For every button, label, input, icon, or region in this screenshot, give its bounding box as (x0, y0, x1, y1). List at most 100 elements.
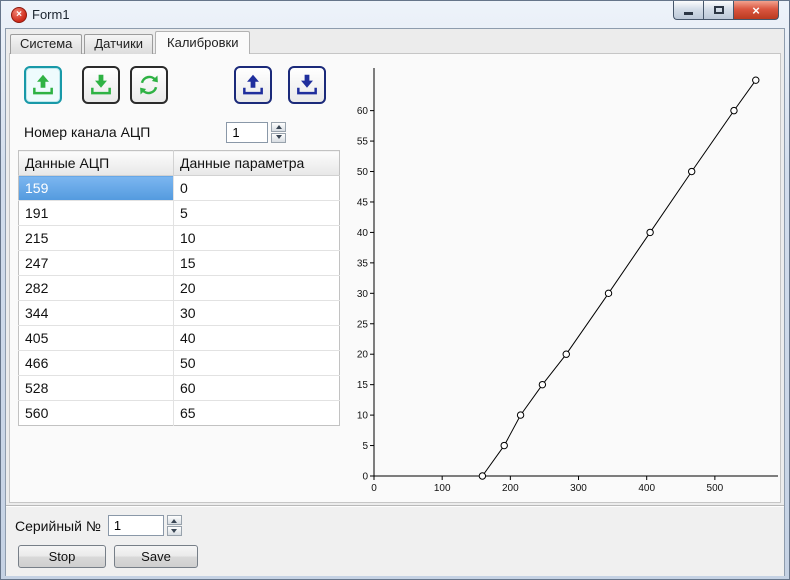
triangle-down-icon (275, 135, 282, 142)
serial-spin-down[interactable] (166, 526, 182, 536)
minimize-button[interactable] (673, 1, 703, 20)
caption-buttons: × (673, 1, 779, 20)
maximize-icon (713, 6, 724, 14)
upload-blue-icon (243, 74, 263, 95)
table-cell[interactable]: 344 (18, 300, 174, 326)
minimize-icon (684, 12, 693, 15)
table-cell[interactable]: 528 (18, 375, 174, 401)
svg-text:100: 100 (434, 483, 451, 494)
table-cell[interactable]: 159 (18, 175, 174, 201)
footer: Серийный № Stop Save (6, 505, 784, 576)
svg-text:5: 5 (362, 441, 368, 452)
table-row[interactable]: 191 5 (18, 200, 340, 226)
svg-text:35: 35 (357, 258, 369, 269)
svg-text:200: 200 (502, 483, 519, 494)
svg-text:40: 40 (357, 228, 369, 239)
svg-text:55: 55 (357, 137, 369, 148)
table-cell[interactable]: 466 (18, 350, 174, 376)
svg-text:0: 0 (362, 472, 368, 483)
svg-text:300: 300 (570, 483, 587, 494)
channel-input[interactable] (226, 121, 269, 143)
triangle-up-icon (275, 122, 282, 129)
channel-spin-down[interactable] (271, 132, 287, 143)
close-icon: × (752, 2, 760, 18)
maximize-button[interactable] (703, 1, 733, 20)
table-cell[interactable]: 191 (18, 200, 174, 226)
chart-panel: 0 100 200 300 400 500 0 5 10 15 20 25 30 35 40 45 50 55 60 (346, 58, 780, 498)
table-row[interactable]: 159 0 (18, 175, 340, 201)
triangle-up-icon (171, 516, 178, 523)
table-cell[interactable]: 247 (18, 250, 174, 276)
table-row[interactable]: 405 40 (18, 325, 340, 351)
svg-text:400: 400 (638, 483, 655, 494)
upload-green-icon (33, 74, 53, 95)
download-blue-icon (297, 74, 317, 95)
svg-text:50: 50 (357, 167, 369, 178)
load-from-file-button[interactable] (234, 66, 272, 104)
table-cell[interactable]: 10 (173, 225, 340, 251)
serial-label: Серийный № (15, 517, 101, 534)
svg-text:0: 0 (371, 483, 377, 494)
table-cell[interactable]: 65 (173, 400, 340, 426)
serial-row: Серийный № (15, 515, 182, 536)
svg-text:10: 10 (357, 411, 369, 422)
write-to-device-button[interactable] (82, 66, 120, 104)
table-row[interactable]: 466 50 (18, 350, 340, 376)
save-to-file-button[interactable] (288, 66, 326, 104)
table-cell[interactable]: 30 (173, 300, 340, 326)
svg-text:25: 25 (357, 319, 369, 330)
table-cell[interactable]: 0 (173, 175, 340, 201)
table-row[interactable]: 528 60 (18, 375, 340, 401)
calibrations-page: Номер канала АЦП Данные АЦП Данные парам… (9, 53, 781, 503)
refresh-button[interactable] (130, 66, 168, 104)
table-row[interactable]: 282 20 (18, 275, 340, 301)
calibration-table[interactable]: Данные АЦП Данные параметра 159 0 191 5 215 1… (18, 150, 340, 426)
table-cell[interactable]: 15 (173, 250, 340, 276)
table-row[interactable]: 247 15 (18, 250, 340, 276)
serial-input[interactable] (107, 515, 164, 536)
client-area: Система Датчики Калибровки Номер канала … (5, 28, 785, 576)
tab-system[interactable]: Система (10, 34, 83, 54)
triangle-down-icon (171, 528, 178, 536)
table-header-row: Данные АЦП Данные параметра (18, 150, 340, 176)
channel-row: Номер канала АЦП (24, 120, 287, 144)
table-header-adc[interactable]: Данные АЦП (18, 150, 174, 176)
table-header-param[interactable]: Данные параметра (173, 150, 340, 176)
svg-text:45: 45 (357, 197, 369, 208)
table-cell[interactable]: 405 (18, 325, 174, 351)
channel-spinner (271, 121, 287, 143)
svg-text:60: 60 (357, 106, 369, 117)
tab-sensors[interactable]: Датчики (84, 34, 154, 54)
svg-text:20: 20 (357, 350, 369, 361)
save-button[interactable]: Save (114, 545, 198, 568)
titlebar[interactable]: × Form1 × (5, 1, 785, 28)
svg-text:15: 15 (357, 380, 369, 391)
close-button[interactable]: × (733, 1, 779, 20)
table-cell[interactable]: 5 (173, 200, 340, 226)
table-cell[interactable]: 282 (18, 275, 174, 301)
channel-label: Номер канала АЦП (24, 124, 151, 140)
table-body: 159 0 191 5 215 10 247 15 282 20 344 30 405 40 466 50 52… (18, 175, 340, 426)
table-row[interactable]: 215 10 (18, 225, 340, 251)
tab-bar: Система Датчики Калибровки (10, 31, 252, 54)
serial-spinner (166, 515, 182, 536)
table-row[interactable]: 344 30 (18, 300, 340, 326)
svg-text:30: 30 (357, 289, 369, 300)
form1-window: × Form1 × Система Датчики Калибровки Ном… (0, 0, 790, 580)
table-cell[interactable]: 215 (18, 225, 174, 251)
channel-spin-up[interactable] (271, 121, 287, 132)
stop-button[interactable]: Stop (18, 545, 106, 568)
table-cell[interactable]: 40 (173, 325, 340, 351)
download-green-icon (91, 74, 111, 95)
table-row[interactable]: 560 65 (18, 400, 340, 426)
calibration-chart: 0 100 200 300 400 500 0 5 10 15 20 25 30 35 40 45 50 55 60 (357, 68, 778, 494)
read-from-device-button[interactable] (24, 66, 62, 104)
table-cell[interactable]: 560 (18, 400, 174, 426)
table-cell[interactable]: 60 (173, 375, 340, 401)
table-cell[interactable]: 20 (173, 275, 340, 301)
tab-calibrations[interactable]: Калибровки (155, 31, 251, 54)
serial-spin-up[interactable] (166, 515, 182, 525)
refresh-green-icon (140, 75, 158, 95)
table-cell[interactable]: 50 (173, 350, 340, 376)
svg-text:500: 500 (707, 483, 724, 494)
